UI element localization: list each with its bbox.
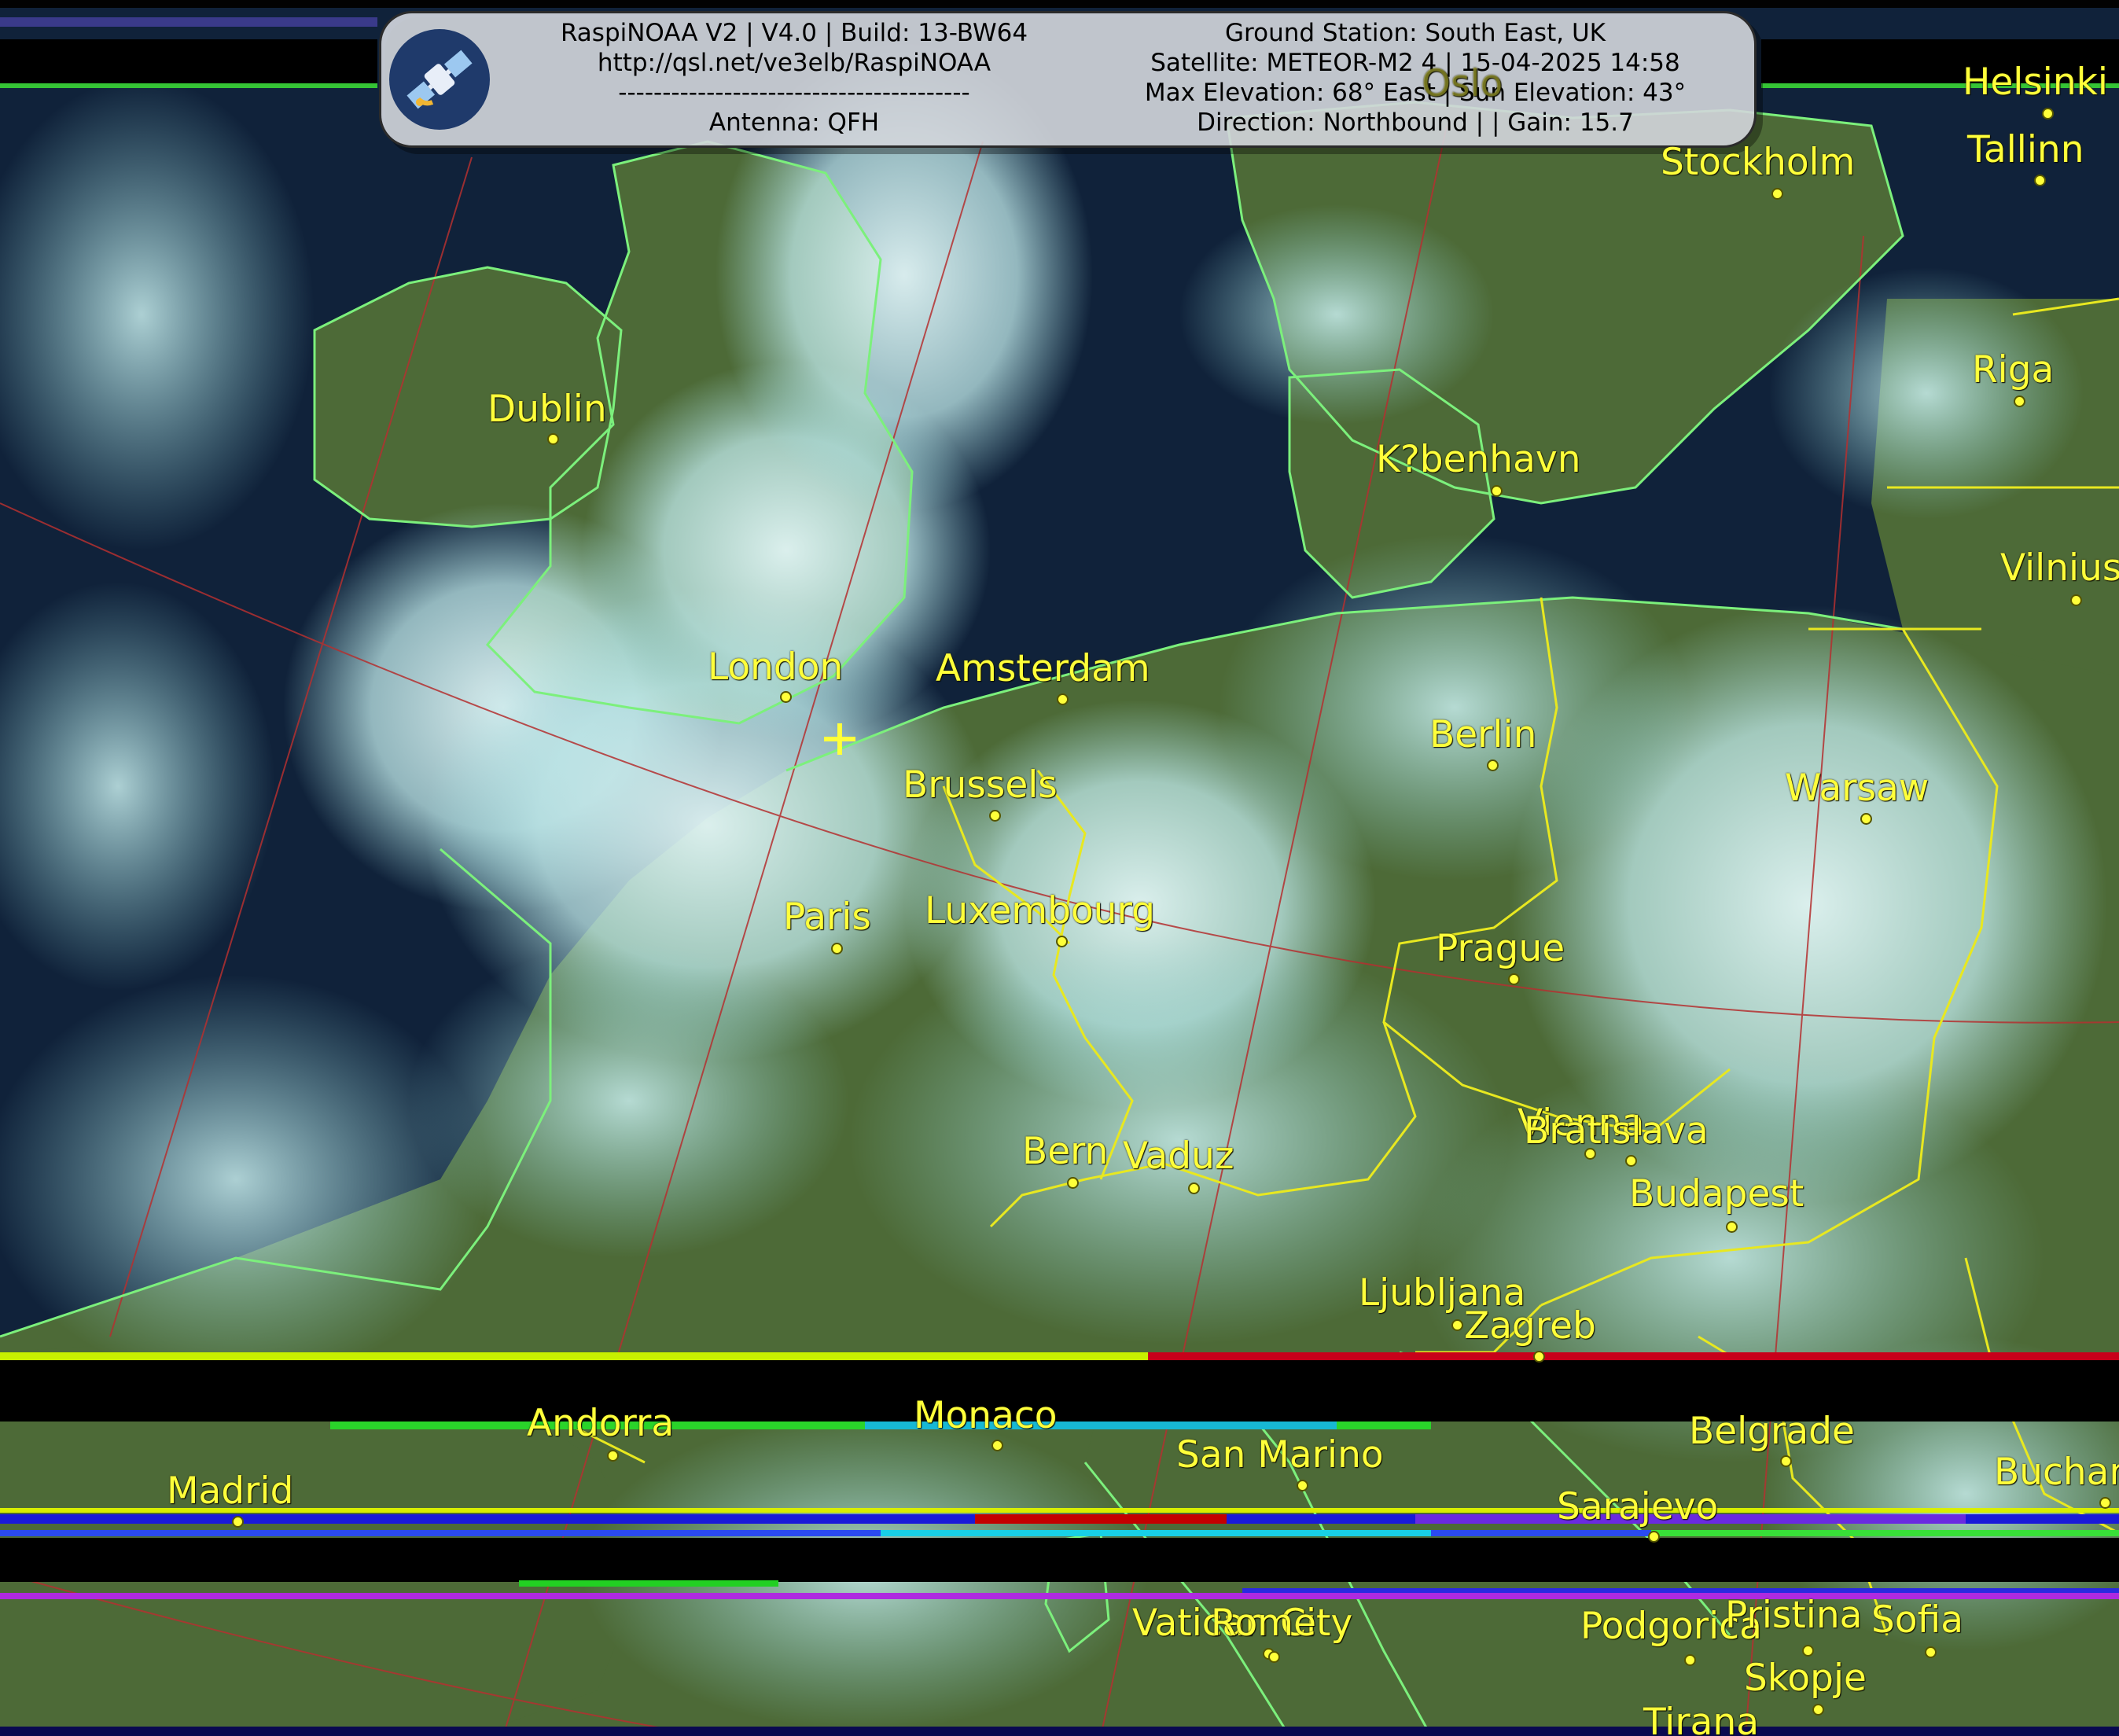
city-dot (1802, 1645, 1814, 1657)
city-label: Vaduz (1123, 1135, 1234, 1178)
city-label: Sofia (1871, 1598, 1963, 1642)
city-label: Andorra (527, 1402, 675, 1445)
city-dot (2070, 594, 2082, 606)
city-dot (1056, 936, 1068, 947)
ground-station-text: Ground Station: South East, UK (1225, 19, 1606, 47)
city-dot (2042, 108, 2054, 120)
ground-station-marker (824, 723, 855, 755)
city-label: Sarajevo (1557, 1485, 1719, 1528)
city-label: Madrid (167, 1469, 294, 1513)
city-label: Vilnius (2000, 546, 2119, 590)
satellite-timestamp-text: Satellite: METEOR-M2 4 | 15-04-2025 14:5… (1150, 49, 1680, 77)
city-dot (1508, 973, 1520, 985)
city-dot (1771, 188, 1783, 200)
city-dot (1487, 760, 1499, 771)
city-dot (1860, 813, 1872, 825)
city-label: Oslo (1422, 62, 1503, 105)
project-url-text: http://qsl.net/ve3elb/RaspiNOAA (597, 49, 991, 77)
city-label: Tallinn (1967, 128, 2084, 171)
city-dot (1780, 1455, 1792, 1467)
city-label: Stockholm (1661, 141, 1856, 184)
city-dot (1451, 1319, 1463, 1331)
city-label: Budapest (1629, 1172, 1804, 1216)
city-label: Berlin (1429, 713, 1537, 756)
city-label: Bucharest (1994, 1451, 2119, 1494)
city-label: Warsaw (1785, 767, 1930, 810)
satellite-image-viewer: RaspiNOAA V2 | V4.0 | Build: 13-BW64 htt… (0, 0, 2119, 1736)
city-dot (1684, 1654, 1696, 1666)
city-label: Brussels (903, 763, 1058, 807)
city-dot (989, 810, 1001, 822)
city-dot (2034, 175, 2046, 186)
city-label: Bern (1022, 1130, 1109, 1173)
city-label: Riga (1972, 348, 2055, 392)
software-version-text: RaspiNOAA V2 | V4.0 | Build: 13-BW64 (560, 19, 1028, 47)
city-dot (1067, 1177, 1079, 1189)
city-label: Zagreb (1464, 1304, 1596, 1348)
satellite-map (0, 0, 2119, 1736)
city-dot (1057, 693, 1069, 705)
city-dot (1812, 1704, 1824, 1716)
city-label: Skopje (1744, 1657, 1867, 1700)
city-dot (2099, 1497, 2111, 1509)
city-label: K?benhavn (1376, 438, 1581, 481)
antenna-text: Antenna: QFH (708, 108, 880, 137)
city-label: Helsinki (1963, 61, 2108, 104)
divider-text: ---------------------------------------- (618, 79, 970, 107)
city-label: Luxembourg (925, 889, 1155, 932)
city-dot (1648, 1531, 1660, 1543)
city-label: Prague (1436, 927, 1565, 970)
city-dot (1188, 1182, 1200, 1194)
city-dot (1625, 1155, 1637, 1167)
city-label: Tirana (1643, 1701, 1760, 1736)
city-label: San Marino (1176, 1433, 1384, 1477)
city-dot (232, 1516, 244, 1528)
city-label: Amsterdam (936, 647, 1150, 690)
city-dot (1726, 1221, 1738, 1233)
city-label: Dublin (487, 388, 607, 431)
city-dot (1533, 1351, 1545, 1363)
city-label: Pristina (1725, 1594, 1863, 1637)
city-dot (1297, 1480, 1308, 1491)
city-dot (780, 691, 792, 703)
elevation-text: Max Elevation: 68° East | Sun Elevation:… (1144, 79, 1687, 107)
satellite-icon (389, 29, 490, 130)
city-dot (1268, 1651, 1280, 1663)
city-dot (2014, 395, 2025, 407)
city-label: Paris (783, 896, 871, 939)
city-label: Rome (1211, 1602, 1317, 1645)
city-label: Belgrade (1689, 1410, 1855, 1453)
city-dot (1491, 485, 1503, 497)
city-dot (1925, 1646, 1937, 1658)
city-label: Monaco (914, 1394, 1058, 1437)
city-dot (607, 1450, 619, 1462)
city-label: Bratislava (1524, 1109, 1709, 1153)
city-dot (547, 433, 559, 445)
direction-gain-text: Direction: Northbound | | Gain: 15.7 (1197, 108, 1634, 137)
city-label: London (708, 645, 844, 689)
city-dot (831, 943, 843, 954)
city-dot (991, 1440, 1003, 1451)
